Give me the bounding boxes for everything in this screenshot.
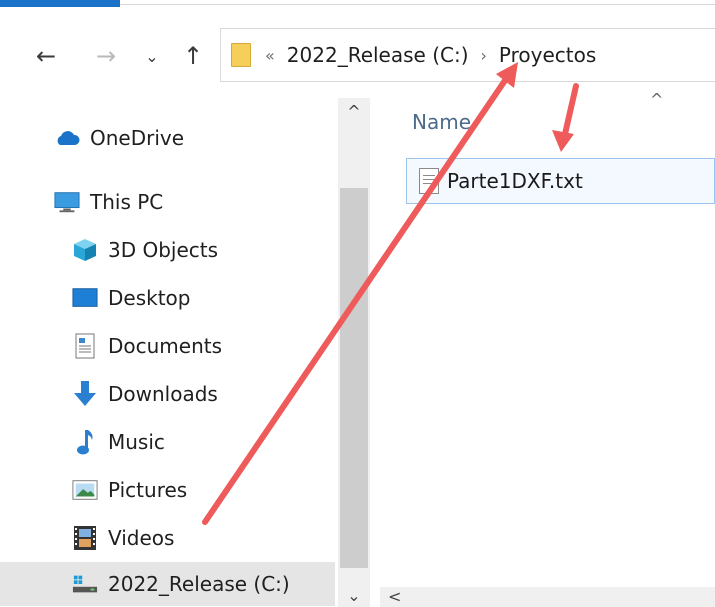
sidebar-item-label: Videos (108, 526, 175, 550)
sidebar-item-label: Documents (108, 334, 223, 358)
recent-locations-button[interactable]: ⌄ (140, 38, 164, 74)
ribbon-tab-indicator (0, 0, 120, 7)
breadcrumb-overflow-icon[interactable]: « (265, 46, 275, 65)
scroll-up-icon[interactable]: ^ (338, 102, 370, 121)
cube-icon (72, 237, 98, 263)
sidebar-item-3d-objects[interactable]: 3D Objects (0, 228, 335, 272)
file-item[interactable]: Parte1DXF.txt (406, 158, 715, 204)
sidebar-item-onedrive[interactable]: OneDrive (0, 116, 335, 160)
forward-arrow-icon: → (95, 42, 117, 70)
drive-icon (72, 571, 98, 597)
scrollbar-thumb[interactable] (340, 188, 368, 568)
sidebar-item-label: Music (108, 430, 165, 454)
address-bar[interactable]: « 2022_Release (C:) › Proyectos (220, 28, 715, 82)
back-button[interactable]: ← (28, 38, 64, 74)
document-icon (72, 333, 98, 359)
breadcrumb-chevron-icon[interactable]: › (481, 46, 487, 65)
breadcrumb-current-folder[interactable]: Proyectos (499, 43, 596, 67)
picture-icon (72, 477, 98, 503)
sidebar-item-label: Pictures (108, 478, 188, 502)
sidebar-item-label: Downloads (108, 382, 218, 406)
sidebar-item-drive-c[interactable]: 2022_Release (C:) (0, 562, 335, 606)
download-arrow-icon (72, 381, 98, 407)
column-header-name[interactable]: Name (412, 110, 471, 134)
film-icon (72, 525, 98, 551)
sidebar-item-music[interactable]: Music (0, 420, 335, 464)
up-arrow-icon: ↑ (182, 42, 204, 70)
scroll-left-icon[interactable]: < (388, 587, 401, 606)
sidebar-item-label: This PC (90, 190, 164, 214)
text-file-icon (419, 168, 439, 194)
forward-button[interactable]: → (88, 38, 124, 74)
breadcrumb-drive[interactable]: 2022_Release (C:) (287, 43, 469, 67)
back-arrow-icon: ← (35, 42, 57, 70)
annotation-arrow-short (552, 83, 579, 152)
sidebar-scrollbar[interactable]: ^ ⌄ (338, 98, 370, 607)
sidebar-item-downloads[interactable]: Downloads (0, 372, 335, 416)
chevron-down-icon: ⌄ (145, 46, 159, 66)
music-note-icon (72, 429, 98, 455)
sidebar-item-desktop[interactable]: Desktop (0, 276, 335, 320)
desktop-icon (72, 285, 98, 311)
sidebar-item-label: Desktop (108, 286, 191, 310)
ribbon-divider (120, 4, 715, 5)
up-button[interactable]: ↑ (176, 38, 210, 74)
file-name: Parte1DXF.txt (447, 169, 583, 193)
sidebar-item-documents[interactable]: Documents (0, 324, 335, 368)
scroll-down-icon[interactable]: ⌄ (338, 586, 370, 605)
sort-ascending-icon: ^ (650, 90, 664, 109)
cloud-icon (54, 125, 80, 151)
sidebar-item-videos[interactable]: Videos (0, 516, 335, 560)
sidebar-item-label: 3D Objects (108, 238, 219, 262)
sidebar-item-label: OneDrive (90, 126, 185, 150)
sidebar-item-pictures[interactable]: Pictures (0, 468, 335, 512)
computer-icon (54, 189, 80, 215)
horizontal-scrollbar[interactable]: < (380, 587, 715, 607)
sidebar-item-this-pc[interactable]: This PC (0, 180, 335, 224)
folder-icon (231, 43, 251, 67)
sidebar-item-label: 2022_Release (C:) (108, 572, 290, 596)
